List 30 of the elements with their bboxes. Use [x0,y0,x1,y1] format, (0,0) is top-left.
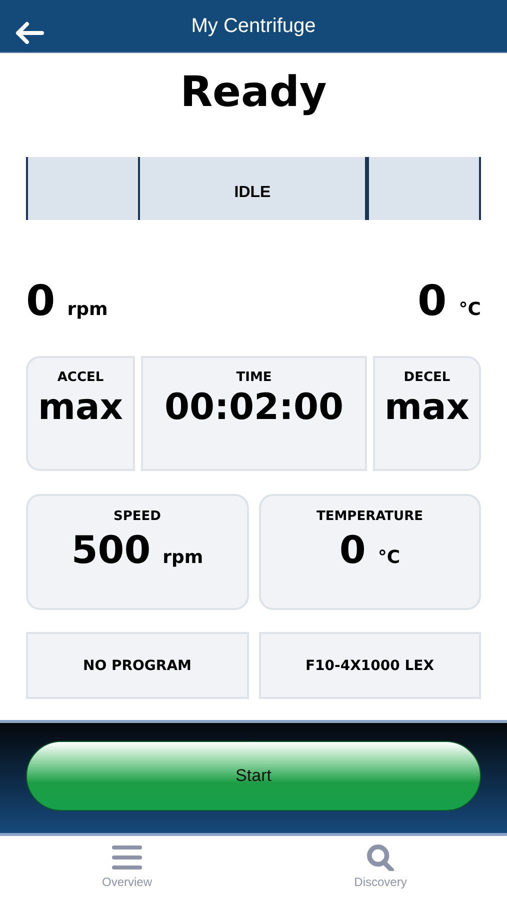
setting-label: TIME [236,370,272,385]
setting-label: TEMPERATURE [316,509,423,524]
setting-card[interactable]: ACCEL max [26,356,135,471]
setting-value: 00:02:00 [164,387,344,428]
setting-value: 0 [339,528,366,572]
setting-unit: °C [378,547,400,568]
setting-value: max [384,387,470,428]
status-heading: Ready [179,67,328,118]
setting-label: DECEL [404,370,450,385]
search-icon [366,844,396,871]
state-label: IDLE [234,184,271,202]
screen-title: My Centrifuge [191,14,316,38]
setting-label: SPEED [114,509,161,524]
reading-unit: °C [458,299,481,320]
setting-value: 500 [71,528,151,572]
back-arrow-icon[interactable] [14,21,44,45]
setting-label: ACCEL [57,370,104,385]
start-button[interactable]: Start [26,741,481,811]
setting-unit: rpm [162,547,204,568]
reading-value: 0 [418,276,447,325]
setting-card[interactable]: DECEL max [373,356,481,471]
reading-value: 0 [26,276,56,325]
menu-icon [112,844,142,871]
selector-box[interactable]: F10-4X1000 LEX [258,632,481,699]
setting-card[interactable]: TEMPERATURE 0 °C [258,494,481,610]
setting-card[interactable]: SPEED 500 rpm [26,494,248,610]
selector-box[interactable]: NO PROGRAM [26,632,248,699]
reading-unit: rpm [67,299,108,320]
setting-card[interactable]: TIME 00:02:00 [141,356,367,471]
setting-value: max [38,387,124,428]
